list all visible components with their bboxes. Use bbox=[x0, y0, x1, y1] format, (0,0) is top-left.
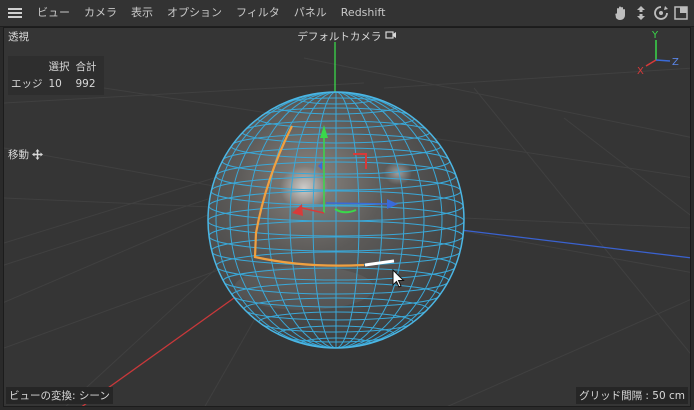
viewport-menubar: ビュー カメラ 表示 オプション フィルタ パネル Redshift bbox=[0, 0, 694, 27]
tool-name: 移動 bbox=[8, 149, 29, 161]
rotate-camera-icon[interactable] bbox=[652, 3, 670, 23]
menu-camera[interactable]: カメラ bbox=[77, 0, 124, 26]
world-axis-z bbox=[443, 227, 690, 259]
menu-display[interactable]: 表示 bbox=[124, 0, 160, 26]
viewport-nav-icons bbox=[612, 0, 690, 26]
cinema4d-viewport-window: ビュー カメラ 表示 オプション フィルタ パネル Redshift 透視 デフ… bbox=[0, 0, 694, 410]
hamburger-icon bbox=[8, 8, 22, 18]
menu-filter[interactable]: フィルタ bbox=[229, 0, 287, 26]
maximize-view-icon[interactable] bbox=[672, 3, 690, 23]
hand-pan-icon[interactable] bbox=[612, 3, 630, 23]
active-camera-label[interactable]: デフォルトカメラ bbox=[4, 29, 690, 44]
stats-row-label: エッジ bbox=[11, 78, 43, 90]
move-camera-icon[interactable] bbox=[632, 3, 650, 23]
menu-options[interactable]: オプション bbox=[160, 0, 229, 26]
selection-stats-panel: 選択 合計 エッジ 10 992 bbox=[8, 56, 104, 95]
stats-header-selected: 選択 bbox=[48, 61, 70, 73]
menu-panel[interactable]: パネル bbox=[287, 0, 334, 26]
grid-spacing-label: グリッド間隔 : 50 cm bbox=[576, 387, 688, 404]
move-tool-icon bbox=[32, 149, 43, 160]
view-transform-label: ビューの変換: シーン bbox=[6, 387, 113, 404]
active-tool-label: 移動 bbox=[8, 147, 43, 162]
stats-selected-value: 10 bbox=[48, 77, 62, 90]
axis-label-y: Y bbox=[651, 30, 659, 41]
camera-link-icon bbox=[385, 31, 396, 39]
view-axis-indicator: Y X Z bbox=[634, 30, 684, 84]
sphere-object[interactable] bbox=[207, 91, 465, 349]
hamburger-menu-button[interactable] bbox=[0, 0, 30, 26]
scene-canvas[interactable] bbox=[4, 28, 691, 407]
camera-name: デフォルトカメラ bbox=[297, 31, 382, 43]
3d-viewport[interactable]: 透視 デフォルトカメラ 選択 合計 エッジ 10 992 移動 Y X Z ビュ… bbox=[3, 27, 691, 407]
axis-label-x: X bbox=[637, 66, 644, 77]
mouse-cursor-icon bbox=[392, 269, 405, 288]
stats-total-value: 992 bbox=[75, 77, 96, 90]
menu-redshift[interactable]: Redshift bbox=[334, 0, 393, 26]
menu-view[interactable]: ビュー bbox=[30, 0, 77, 26]
stats-header-total: 合計 bbox=[75, 61, 97, 73]
axis-label-z: Z bbox=[672, 57, 679, 68]
